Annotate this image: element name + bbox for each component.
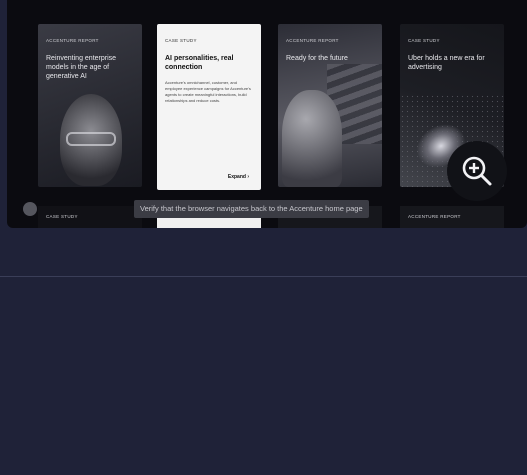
person-image: [282, 90, 342, 187]
divider: [0, 276, 527, 277]
expand-label: Expand: [227, 174, 246, 180]
story-card-3[interactable]: Accenture Report Ready for the future: [278, 24, 382, 187]
card-title: Uber holds a new era for advertising: [408, 55, 485, 71]
chevron-right-icon: ›: [247, 174, 249, 180]
story-card-2[interactable]: Case Study AI personalities, real connec…: [157, 24, 261, 190]
expand-link[interactable]: Expand ›: [228, 174, 249, 180]
card-title: Reinventing enterprise models in the age…: [46, 55, 117, 80]
card-eyebrow: Accenture Report: [46, 38, 99, 43]
card-eyebrow: Accenture Report: [286, 38, 339, 43]
tooltip: Verify that the browser navigates back t…: [134, 200, 369, 218]
card-eyebrow: Case Study: [408, 38, 440, 43]
glasses-shape: [66, 132, 116, 146]
zoom-in-icon: [462, 156, 492, 186]
next-card-4[interactable]: Accenture Report: [400, 206, 504, 228]
card-eyebrow: Case Study: [165, 38, 197, 43]
card-title: Ready for the future: [286, 55, 348, 62]
screenshot-frame: Accenture Report Reinventing enterprise …: [7, 0, 527, 228]
next-card-1[interactable]: Case Study: [38, 206, 142, 228]
card-eyebrow: Accenture Report: [408, 214, 461, 219]
zoom-button[interactable]: [447, 141, 507, 201]
card-title: AI personalities, real connection: [165, 55, 234, 71]
card-body: Accenture's omnichannel, customer, and e…: [165, 80, 251, 103]
story-card-1[interactable]: Accenture Report Reinventing enterprise …: [38, 24, 142, 187]
pager-dot[interactable]: [23, 202, 37, 216]
card-eyebrow: Case Study: [46, 214, 78, 219]
